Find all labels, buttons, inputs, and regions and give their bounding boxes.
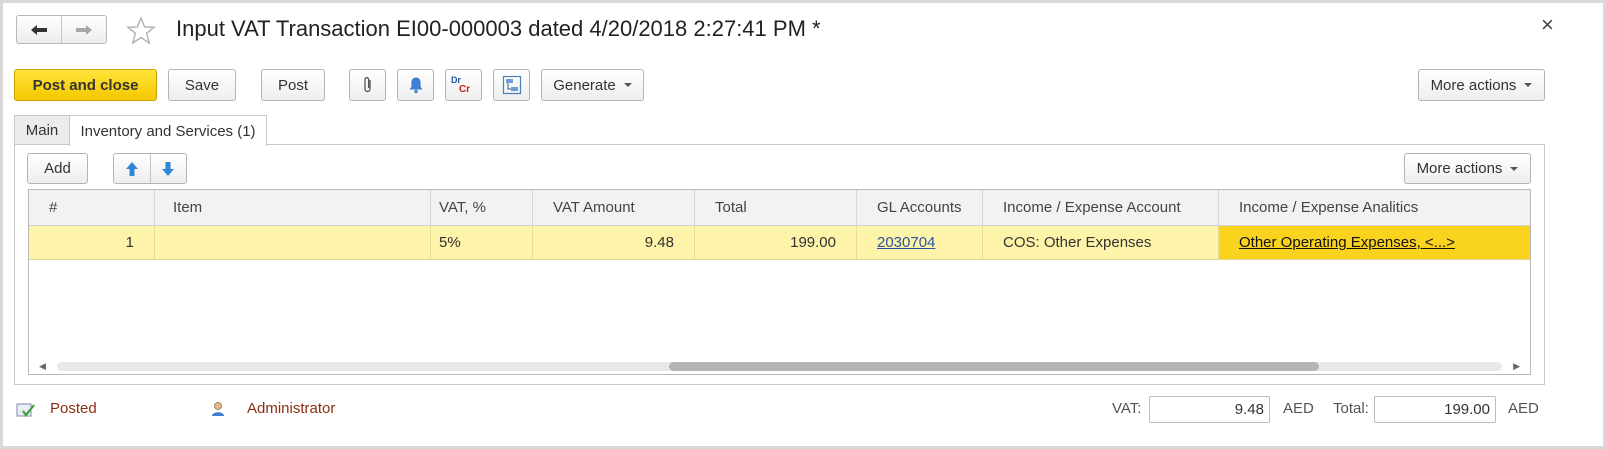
column-header-income-expense-account[interactable]: Income / Expense Account — [983, 190, 1219, 225]
chevron-down-icon — [1524, 83, 1533, 87]
total-currency: AED — [1508, 400, 1539, 417]
column-header-vat-amount[interactable]: VAT Amount — [533, 190, 695, 225]
table-more-actions-label: More actions — [1416, 160, 1503, 177]
column-header-item[interactable]: Item — [155, 190, 431, 225]
cell-gl-account[interactable]: 2030704 — [857, 226, 983, 259]
arrow-right-icon — [76, 24, 92, 35]
scroll-thumb[interactable] — [668, 362, 1320, 371]
cell-vat-rate[interactable]: 5% — [431, 226, 533, 259]
table-row[interactable]: 1 5% 9.48 199.00 2030704 COS: Other Expe… — [29, 226, 1530, 260]
arrow-up-icon — [125, 161, 138, 176]
vat-total-field[interactable]: 9.48 — [1149, 396, 1270, 423]
add-row-button[interactable]: Add — [27, 153, 88, 184]
generate-label: Generate — [553, 76, 616, 94]
back-button[interactable] — [17, 16, 61, 43]
column-header-total[interactable]: Total — [695, 190, 857, 225]
page-title: Input VAT Transaction EI00-000003 dated … — [176, 16, 821, 41]
horizontal-scrollbar[interactable]: ◀ ▶ — [29, 358, 1530, 374]
user-icon — [212, 402, 224, 416]
reminder-button[interactable] — [397, 69, 434, 101]
vat-currency: AED — [1283, 400, 1314, 417]
scroll-track[interactable] — [57, 362, 1502, 371]
table-more-actions-dropdown[interactable]: More actions — [1404, 153, 1531, 184]
column-header-number[interactable]: # — [29, 190, 155, 225]
chevron-down-icon — [623, 83, 632, 87]
dr-cr-icon: Dr Cr — [451, 75, 471, 95]
column-header-gl-accounts[interactable]: GL Accounts — [857, 190, 983, 225]
column-header-income-expense-analytics[interactable]: Income / Expense Analitics — [1219, 190, 1530, 225]
favorite-star-icon[interactable] — [126, 16, 156, 45]
post-and-close-button[interactable]: Post and close — [14, 69, 157, 101]
posted-status-icon — [16, 403, 35, 417]
items-table[interactable]: # Item VAT, % VAT Amount Total GL Accoun… — [28, 189, 1531, 375]
cell-total[interactable]: 199.00 — [695, 226, 857, 259]
bell-icon — [409, 77, 422, 94]
status-posted: Posted — [50, 400, 97, 417]
cell-vat-amount[interactable]: 9.48 — [533, 226, 695, 259]
cell-item[interactable] — [155, 226, 431, 259]
tab-main[interactable]: Main — [14, 115, 70, 145]
forward-button[interactable] — [61, 16, 106, 43]
dr-cr-postings-button[interactable]: Dr Cr — [445, 69, 482, 101]
arrow-down-icon — [162, 161, 175, 176]
cell-number[interactable]: 1 — [29, 226, 155, 259]
navigation-group — [16, 15, 107, 44]
post-button[interactable]: Post — [261, 69, 325, 101]
structure-button[interactable] — [493, 69, 530, 101]
move-up-button[interactable] — [114, 154, 151, 183]
more-actions-dropdown[interactable]: More actions — [1418, 69, 1545, 101]
total-label: Total: — [1333, 400, 1369, 417]
grand-total-field[interactable]: 199.00 — [1374, 396, 1496, 423]
vat-label: VAT: — [1112, 400, 1142, 417]
move-row-group — [113, 153, 187, 184]
save-button[interactable]: Save — [168, 69, 236, 101]
paperclip-icon — [363, 77, 371, 93]
cr-label: Cr — [458, 84, 471, 95]
cell-income-expense-account[interactable]: COS: Other Expenses — [983, 226, 1219, 259]
table-header: # Item VAT, % VAT Amount Total GL Accoun… — [29, 190, 1530, 226]
close-icon[interactable]: × — [1541, 14, 1554, 36]
author-name[interactable]: Administrator — [247, 400, 335, 417]
column-header-vat-rate[interactable]: VAT, % — [431, 190, 533, 225]
chevron-down-icon — [1510, 166, 1519, 171]
more-actions-label: More actions — [1430, 76, 1517, 94]
tab-inventory-and-services[interactable]: Inventory and Services (1) — [69, 115, 267, 146]
gl-account-link[interactable]: 2030704 — [877, 234, 935, 251]
arrow-left-icon — [31, 24, 47, 35]
scroll-left-icon[interactable]: ◀ — [39, 361, 46, 372]
generate-dropdown[interactable]: Generate — [541, 69, 644, 101]
attachment-button[interactable] — [349, 69, 386, 101]
cell-income-expense-analytics[interactable]: Other Operating Expenses, <...> — [1219, 226, 1530, 259]
hierarchy-icon — [502, 75, 521, 95]
analytics-link[interactable]: Other Operating Expenses, <...> — [1239, 234, 1455, 251]
move-down-button[interactable] — [151, 154, 187, 183]
scroll-right-icon[interactable]: ▶ — [1513, 361, 1520, 372]
